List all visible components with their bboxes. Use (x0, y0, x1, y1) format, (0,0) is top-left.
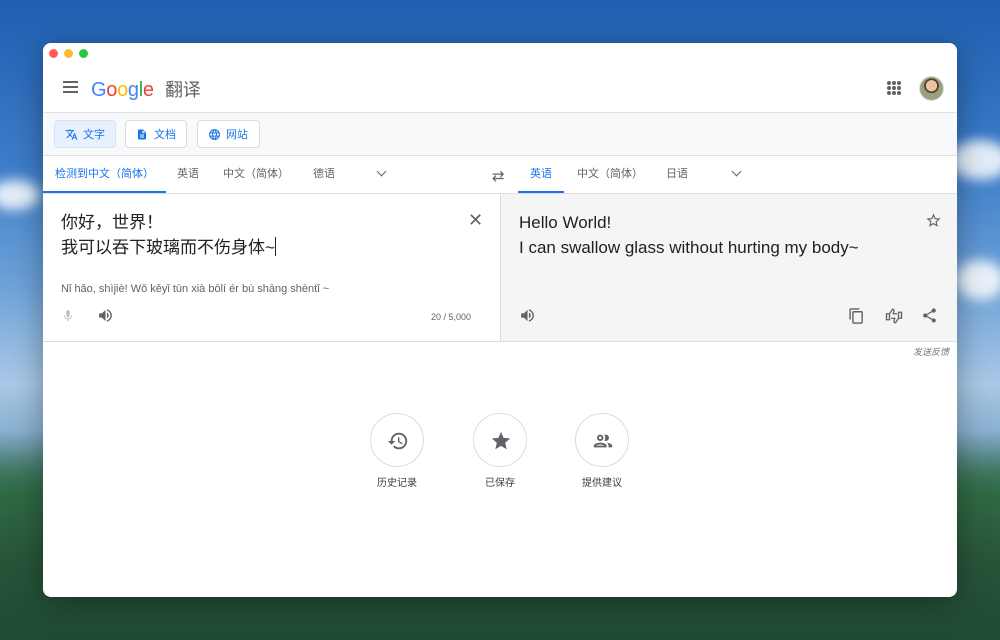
desktop-cloud (950, 140, 1000, 180)
translation-panels: 你好，世界！ 我可以吞下玻璃而不伤身体~ ✕ Nǐ hǎo, shìjiè! W… (43, 194, 957, 342)
desktop-cloud (955, 260, 1000, 300)
microphone-icon[interactable] (61, 307, 79, 325)
source-lang-more-chevron-down-icon[interactable] (377, 169, 387, 179)
history-circle (370, 413, 424, 467)
swap-languages-icon[interactable]: ⇄ (492, 167, 505, 185)
product-name: 翻译 (165, 80, 201, 100)
target-listen-speaker-icon[interactable] (519, 307, 537, 325)
source-lang-detected-tab[interactable]: 检测到中文（简体） (43, 156, 166, 193)
translate-icon (65, 128, 78, 140)
google-translate-logo[interactable]: Google 翻译 (91, 76, 201, 102)
language-bar: 检测到中文（简体） 英语 中文（简体） 德语 ⇄ 英语 中文（简体） 日语 (43, 156, 957, 194)
contribute-circle (575, 413, 629, 467)
source-lang-english-tab[interactable]: 英语 (177, 156, 199, 193)
mode-website-button[interactable]: 网站 (197, 120, 260, 148)
mode-toolbar: 文字 文档 网站 (43, 113, 957, 156)
logo-letter: o (117, 79, 128, 101)
minimize-window-button[interactable] (64, 49, 73, 58)
source-text-input[interactable]: 你好，世界！ 我可以吞下玻璃而不伤身体~ (61, 210, 276, 260)
people-icon (593, 434, 613, 448)
source-text: 你好，世界！ 我可以吞下玻璃而不伤身体~ (61, 213, 275, 257)
close-window-button[interactable] (49, 49, 58, 58)
account-avatar[interactable] (919, 76, 944, 101)
desktop-cloud (0, 180, 40, 210)
saved-shortcut[interactable]: 已保存 (460, 413, 540, 489)
mode-website-label: 网站 (226, 129, 248, 141)
character-count: 20 / 5,000 (431, 312, 472, 322)
share-icon[interactable] (921, 307, 939, 325)
save-star-icon[interactable] (925, 212, 943, 230)
star-icon (491, 431, 511, 450)
logo-letter: o (106, 79, 118, 101)
globe-icon (208, 128, 220, 140)
browser-window: Google 翻译 文字 文档 网站 检测到中文（简体） 英语 中文（简体） 德… (43, 43, 957, 597)
source-lang-german-tab[interactable]: 德语 (313, 156, 335, 193)
rate-translation-icon[interactable] (884, 307, 903, 325)
logo-letter: g (127, 79, 139, 101)
target-panel: Hello World! I can swallow glass without… (500, 194, 957, 341)
document-icon (136, 128, 148, 140)
app-header: Google 翻译 (43, 63, 957, 113)
saved-label: 已保存 (485, 478, 515, 489)
apps-grid-icon[interactable] (887, 81, 901, 95)
copy-icon[interactable] (848, 307, 866, 325)
zoom-window-button[interactable] (79, 49, 88, 58)
send-feedback-link[interactable]: 发送反馈 (913, 345, 949, 358)
mode-document-button[interactable]: 文档 (125, 120, 187, 148)
source-lang-chinese-tab[interactable]: 中文（简体） (223, 156, 289, 193)
mode-text-button[interactable]: 文字 (54, 120, 116, 148)
logo-letter: G (91, 79, 107, 101)
source-panel: 你好，世界！ 我可以吞下玻璃而不伤身体~ ✕ Nǐ hǎo, shìjiè! W… (43, 194, 500, 341)
target-lang-chinese-tab[interactable]: 中文（简体） (577, 156, 643, 193)
history-icon (387, 432, 408, 450)
mode-document-label: 文档 (154, 129, 176, 141)
contribute-label: 提供建议 (582, 478, 622, 489)
title-bar (43, 43, 957, 63)
logo-letter: e (142, 79, 154, 101)
history-shortcut[interactable]: 历史记录 (357, 413, 437, 489)
main-menu-icon[interactable] (63, 81, 78, 93)
source-listen-speaker-icon[interactable] (97, 307, 115, 325)
clear-source-close-icon[interactable]: ✕ (468, 210, 483, 231)
mode-text-label: 文字 (83, 129, 105, 141)
source-romanization: Nǐ hǎo, shìjiè! Wǒ kěyǐ tūn xià bōlí ér … (61, 283, 330, 295)
history-label: 历史记录 (377, 478, 417, 489)
target-lang-english-tab[interactable]: 英语 (518, 156, 564, 193)
target-lang-japanese-tab[interactable]: 日语 (666, 156, 688, 193)
translated-text: Hello World! I can swallow glass without… (519, 213, 859, 257)
contribute-shortcut[interactable]: 提供建议 (562, 413, 642, 489)
target-lang-more-chevron-down-icon[interactable] (732, 169, 742, 179)
text-caret (274, 237, 276, 256)
saved-circle (473, 413, 527, 467)
